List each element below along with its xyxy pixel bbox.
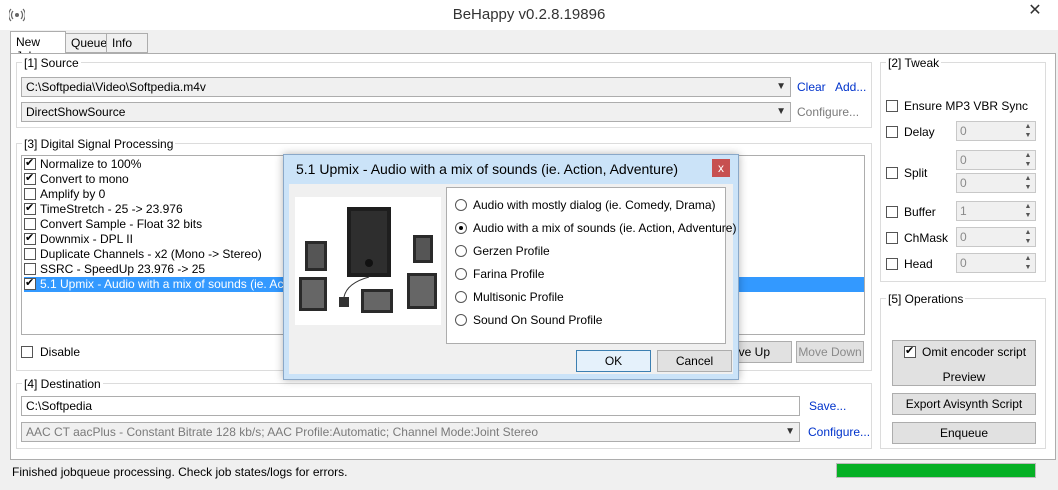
buffer-checkbox[interactable]: Buffer (886, 205, 936, 219)
encoder-value: AAC CT aacPlus - Constant Bitrate 128 kb… (26, 425, 539, 439)
checkbox[interactable] (24, 201, 36, 216)
option-gerzen-profile[interactable]: Gerzen Profile (455, 244, 550, 258)
profile-options: Audio with mostly dialog (ie. Comedy, Dr… (446, 187, 736, 344)
radio-button[interactable] (455, 245, 467, 257)
tab-info[interactable]: Info (106, 33, 148, 53)
checkbox[interactable] (24, 248, 36, 260)
spin-arrows-icon[interactable]: ▲ ▼ (1021, 228, 1035, 246)
option-sound-on-sound-profile[interactable]: Sound On Sound Profile (455, 313, 602, 327)
disable-checkbox[interactable]: Disable (21, 345, 80, 359)
speaker-system-image (295, 197, 441, 325)
window-title: BeHappy v0.2.8.19896 (452, 6, 606, 23)
checkbox[interactable] (24, 218, 36, 230)
checkbox[interactable] (24, 276, 36, 291)
radio-button[interactable] (455, 268, 467, 280)
radio-button[interactable] (455, 291, 467, 303)
add-link[interactable]: Add... (835, 80, 866, 94)
chevron-down-icon: ▼ (776, 106, 786, 117)
spin-arrows-icon[interactable]: ▲ ▼ (1021, 202, 1035, 220)
spin-arrows-icon[interactable]: ▲ ▼ (1021, 151, 1035, 169)
option-mostly-dialog[interactable]: Audio with mostly dialog (ie. Comedy, Dr… (455, 198, 716, 212)
save-link[interactable]: Save... (809, 399, 846, 413)
checkbox[interactable] (24, 188, 36, 200)
destination-path-input[interactable]: C:\Softpedia (21, 396, 800, 416)
delay-checkbox[interactable]: Delay (886, 125, 935, 139)
tab-queue[interactable]: Queue (65, 33, 107, 53)
upmix-dialog: 5.1 Upmix - Audio with a mix of sounds (… (283, 154, 739, 380)
chmask-checkbox[interactable]: ChMask (886, 231, 948, 245)
encoder-configure-link[interactable]: Configure... (808, 425, 870, 439)
decoder-combo[interactable]: DirectShowSource ▼ (21, 102, 791, 122)
source-file-value: C:\Softpedia\Video\Softpedia.m4v (26, 80, 206, 94)
option-multisonic-profile[interactable]: Multisonic Profile (455, 290, 564, 304)
checkbox[interactable] (24, 156, 36, 171)
checkbox[interactable] (24, 231, 36, 246)
radio-button[interactable] (455, 314, 467, 326)
head-checkbox[interactable]: Head (886, 257, 933, 271)
dialog-close-button[interactable]: x (712, 159, 730, 177)
tweak-group-label: [2] Tweak (886, 56, 942, 70)
progress-fill (837, 464, 1035, 477)
head-spinner[interactable]: 0 ▲ ▼ (956, 253, 1036, 273)
progress-bar (836, 463, 1036, 478)
window-close-button[interactable]: ✕ (1012, 0, 1058, 21)
split-start-spinner[interactable]: 0 ▲ ▼ (956, 150, 1036, 170)
tab-new-job[interactable]: New Job (10, 31, 66, 63)
cancel-button[interactable]: Cancel (657, 350, 732, 372)
clear-link[interactable]: Clear (797, 80, 826, 94)
option-farina-profile[interactable]: Farina Profile (455, 267, 544, 281)
chevron-down-icon: ▼ (785, 426, 795, 437)
ok-button[interactable]: OK (576, 350, 651, 372)
split-checkbox[interactable]: Split (886, 166, 927, 180)
spin-arrows-icon[interactable]: ▲ ▼ (1021, 174, 1035, 192)
preview-button[interactable]: Preview (892, 370, 1036, 384)
dialog-title: 5.1 Upmix - Audio with a mix of sounds (… (296, 161, 679, 177)
chevron-down-icon: ▼ (776, 81, 786, 92)
export-avisynth-button[interactable]: Export Avisynth Script (892, 393, 1036, 415)
radio-button[interactable] (455, 199, 467, 211)
dsp-group-label: [3] Digital Signal Processing (22, 137, 176, 151)
title-bar: BeHappy v0.2.8.19896 ✕ (0, 0, 1058, 30)
dialog-body: Audio with mostly dialog (ie. Comedy, Dr… (289, 184, 736, 374)
spin-arrows-icon[interactable]: ▲ ▼ (1021, 254, 1035, 272)
mp3-vbr-checkbox[interactable]: Ensure MP3 VBR Sync (886, 99, 1028, 113)
decoder-value: DirectShowSource (26, 105, 126, 119)
operations-group-label: [5] Operations (886, 292, 966, 306)
enqueue-button[interactable]: Enqueue (892, 422, 1036, 444)
destination-group-label: [4] Destination (22, 377, 103, 391)
decoder-configure-link[interactable]: Configure... (797, 105, 859, 119)
option-mix-of-sounds[interactable]: Audio with a mix of sounds (ie. Action, … (455, 221, 736, 235)
checkbox[interactable] (24, 171, 36, 186)
spin-arrows-icon[interactable]: ▲ ▼ (1021, 122, 1035, 140)
source-file-combo[interactable]: C:\Softpedia\Video\Softpedia.m4v ▼ (21, 77, 791, 97)
encoder-combo[interactable]: AAC CT aacPlus - Constant Bitrate 128 kb… (21, 422, 800, 442)
checkbox[interactable] (24, 263, 36, 275)
source-group-label: [1] Source (22, 56, 81, 70)
omit-encoder-script-checkbox[interactable]: Omit encoder script (904, 344, 1026, 359)
chmask-spinner[interactable]: 0 ▲ ▼ (956, 227, 1036, 247)
radio-button[interactable] (455, 222, 467, 234)
status-text: Finished jobqueue processing. Check job … (12, 465, 348, 479)
delay-spinner[interactable]: 0 ▲ ▼ (956, 121, 1036, 141)
move-down-button[interactable]: Move Down (796, 341, 864, 363)
buffer-spinner[interactable]: 1 ▲ ▼ (956, 201, 1036, 221)
split-end-spinner[interactable]: 0 ▲ ▼ (956, 173, 1036, 193)
